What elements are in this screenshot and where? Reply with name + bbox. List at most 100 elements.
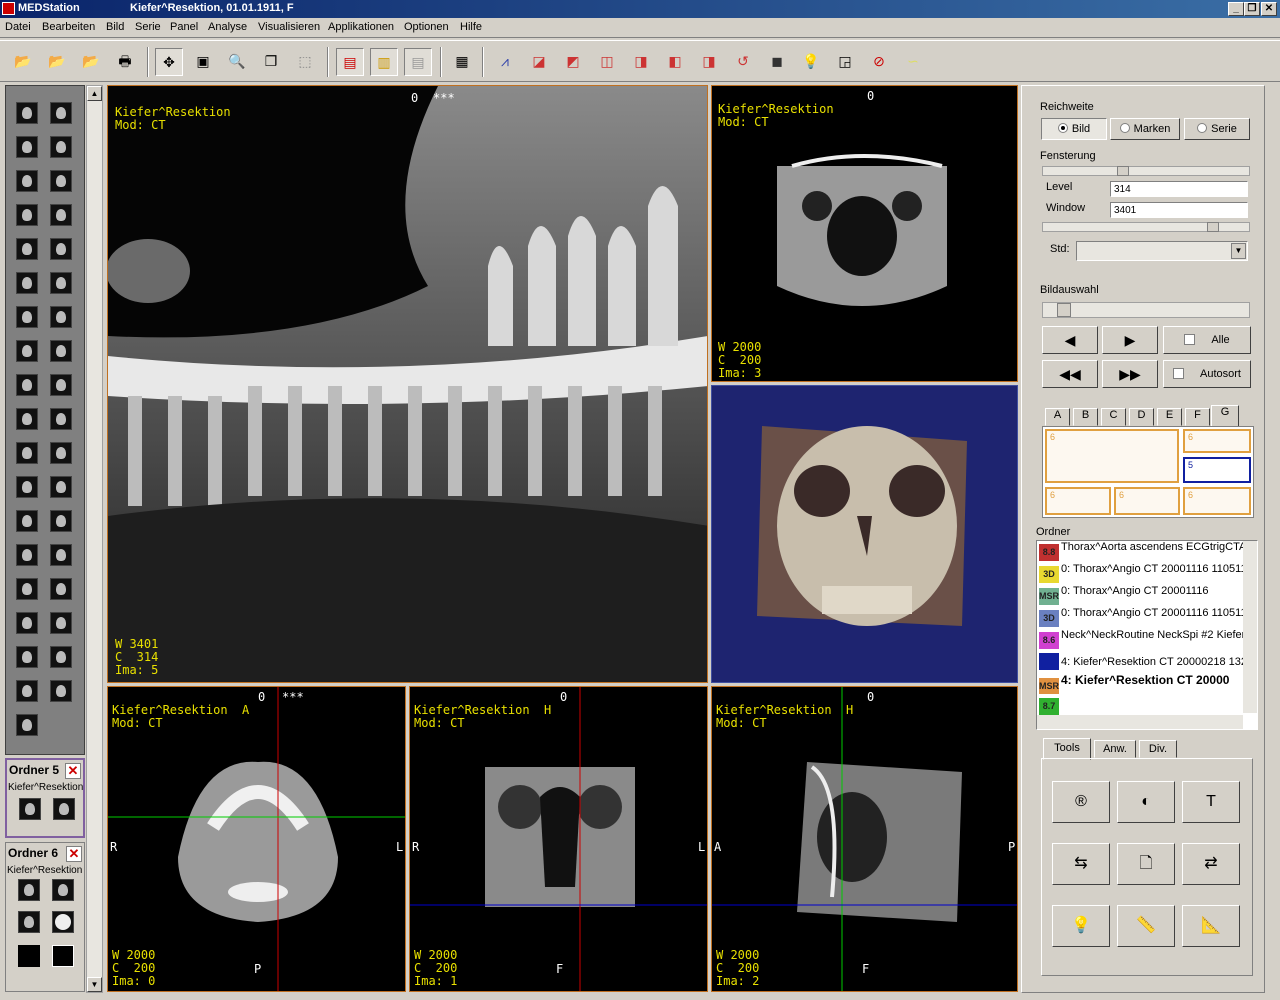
menu-analyse[interactable]: Analyse xyxy=(208,21,247,33)
zoom-frame-icon[interactable]: ▣ xyxy=(189,48,217,76)
list-item[interactable]: 8.6 Neck^NeckRoutine NeckSpi #2 Kiefer^ xyxy=(1038,629,1243,650)
window-slider[interactable] xyxy=(1042,222,1250,232)
layout-cell[interactable]: 6 xyxy=(1045,429,1179,483)
series-thumbnail[interactable] xyxy=(18,911,40,933)
list-item[interactable]: 4: Kiefer^Resektion CT 20000218 132 xyxy=(1038,651,1243,672)
level-slider[interactable] xyxy=(1042,166,1250,176)
series-thumbnail[interactable] xyxy=(18,945,40,967)
slider-thumb[interactable] xyxy=(1117,166,1129,176)
page-icon[interactable]: 🗋 xyxy=(1117,843,1175,885)
slider-thumb[interactable] xyxy=(1207,222,1219,232)
cube-rotate-icon[interactable]: ◪ xyxy=(525,48,553,76)
print-icon[interactable]: 🖶 xyxy=(111,48,139,76)
tab-tools[interactable]: Tools xyxy=(1043,738,1091,760)
menu-hilfe[interactable]: Hilfe xyxy=(460,21,482,33)
layout-cell[interactable]: 6 xyxy=(1045,487,1111,515)
light-bulb-icon[interactable]: 💡 xyxy=(1052,905,1110,947)
list-scrollbar[interactable] xyxy=(1243,541,1257,713)
rotate-icon[interactable]: ® xyxy=(1052,781,1110,823)
alle-checkbox[interactable]: Alle xyxy=(1163,326,1251,354)
no-entry-icon[interactable]: ⊘ xyxy=(865,48,893,76)
chevron-down-icon[interactable]: ▼ xyxy=(1231,243,1246,259)
series-thumbnail[interactable] xyxy=(16,374,38,396)
export-icon[interactable]: 📂 xyxy=(77,48,105,76)
tab-f[interactable]: F xyxy=(1185,408,1210,426)
tab-e[interactable]: E xyxy=(1157,408,1182,426)
contrast-icon[interactable]: ◐ xyxy=(1117,781,1175,823)
series-thumbnail[interactable] xyxy=(16,170,38,192)
screenshot-icon[interactable]: ▦ xyxy=(448,48,476,76)
minimize-button[interactable]: _ xyxy=(1228,2,1244,16)
series-thumbnail[interactable] xyxy=(16,136,38,158)
tab-d[interactable]: D xyxy=(1129,408,1154,426)
list-item[interactable]: 8.7 xyxy=(1038,695,1243,716)
scroll-down-icon[interactable]: ▼ xyxy=(87,977,102,992)
series-thumbnail[interactable] xyxy=(16,102,38,124)
tab-a[interactable]: A xyxy=(1045,408,1070,426)
series-thumbnail[interactable] xyxy=(53,798,75,820)
image-slider[interactable] xyxy=(1042,302,1250,318)
ordner-6-panel[interactable]: Ordner 6 ✕ Kiefer^Resektion xyxy=(5,842,85,992)
series-thumbnail[interactable] xyxy=(16,204,38,226)
series-thumbnail[interactable] xyxy=(16,340,38,362)
series-thumbnail[interactable] xyxy=(50,612,72,634)
series-thumbnail[interactable] xyxy=(16,272,38,294)
list-item[interactable]: 3D 0: Thorax^Angio CT 20001116 110511 xyxy=(1038,607,1243,628)
flip-page-icon[interactable]: ⇄ xyxy=(1182,843,1240,885)
list-hscrollbar[interactable] xyxy=(1037,715,1243,729)
ordner-5-panel[interactable]: Ordner 5 ✕ Kiefer^Resektion xyxy=(5,758,85,838)
viewport-main-curved-mpr[interactable]: Kiefer^Resektion Mod: CT 0 *** W 3401 C … xyxy=(107,85,708,683)
series-thumbnail[interactable] xyxy=(52,911,74,933)
flip-horizontal-icon[interactable]: ⇆ xyxy=(1052,843,1110,885)
roi-icon[interactable]: ⬚ xyxy=(291,48,319,76)
series-thumbnail[interactable] xyxy=(52,945,74,967)
close-icon[interactable]: ✕ xyxy=(66,846,82,862)
viewport-coronal[interactable]: Kiefer^Resektion H Mod: CT 0 R L F W 200… xyxy=(409,686,708,992)
cube-down-icon[interactable]: ◫ xyxy=(593,48,621,76)
restore-button[interactable]: ❐ xyxy=(1244,2,1260,16)
series-thumbnail[interactable] xyxy=(50,646,72,668)
series-thumbnail[interactable] xyxy=(50,204,72,226)
series-thumbnail[interactable] xyxy=(50,170,72,192)
series-thumbnail[interactable] xyxy=(50,510,72,532)
list-item[interactable]: 3D 0: Thorax^Angio CT 20001116 110511 xyxy=(1038,563,1243,584)
close-button[interactable]: ✕ xyxy=(1261,2,1277,16)
series-thumbnail[interactable] xyxy=(50,544,72,566)
menu-optionen[interactable]: Optionen xyxy=(404,21,449,33)
list-item[interactable]: MSR 0: Thorax^Angio CT 20001116 xyxy=(1038,585,1243,606)
series-thumbnail[interactable] xyxy=(50,136,72,158)
cube-icon[interactable]: ◼ xyxy=(763,48,791,76)
radio-bild[interactable]: Bild xyxy=(1041,118,1107,140)
series-thumbnail[interactable] xyxy=(52,879,74,901)
tab-c[interactable]: C xyxy=(1101,408,1126,426)
thumbnail-scrollbar[interactable]: ▲ ▼ xyxy=(86,85,103,993)
radio-serie[interactable]: Serie xyxy=(1184,118,1250,140)
series-thumbnail[interactable] xyxy=(18,879,40,901)
layout-yellow-icon[interactable]: ▥ xyxy=(370,48,398,76)
menu-bearbeiten[interactable]: Bearbeiten xyxy=(42,21,95,33)
previous-image-button[interactable]: ◀ xyxy=(1042,326,1098,354)
layout-cell-selected[interactable]: 5 xyxy=(1183,457,1251,483)
series-thumbnail[interactable] xyxy=(50,272,72,294)
radio-marken[interactable]: Marken xyxy=(1110,118,1180,140)
layout-cell[interactable]: 6 xyxy=(1114,487,1180,515)
series-thumbnail[interactable] xyxy=(50,442,72,464)
series-thumbnail[interactable] xyxy=(50,408,72,430)
move-icon[interactable]: ✥ xyxy=(155,48,183,76)
series-thumbnail[interactable] xyxy=(16,612,38,634)
open-folder-icon[interactable]: 📂 xyxy=(9,48,37,76)
chart-icon[interactable]: ⩘ xyxy=(491,48,519,76)
autosort-checkbox[interactable]: Autosort xyxy=(1163,360,1251,388)
list-item[interactable]: 8.8 Thorax^Aorta ascendens ECGtrigCTA xyxy=(1038,541,1243,562)
menu-bild[interactable]: Bild xyxy=(106,21,124,33)
cube-left-icon[interactable]: ◧ xyxy=(661,48,689,76)
window-field[interactable]: 3401 xyxy=(1110,202,1248,218)
series-thumbnail[interactable] xyxy=(16,476,38,498)
series-thumbnail[interactable] xyxy=(19,798,41,820)
rewind-button[interactable]: ◀◀ xyxy=(1042,360,1098,388)
series-thumbnail[interactable] xyxy=(50,374,72,396)
layout-cell[interactable]: 6 xyxy=(1183,429,1251,453)
cine-icon[interactable]: ❐ xyxy=(257,48,285,76)
series-thumbnail[interactable] xyxy=(50,578,72,600)
slider-thumb[interactable] xyxy=(1057,303,1071,317)
